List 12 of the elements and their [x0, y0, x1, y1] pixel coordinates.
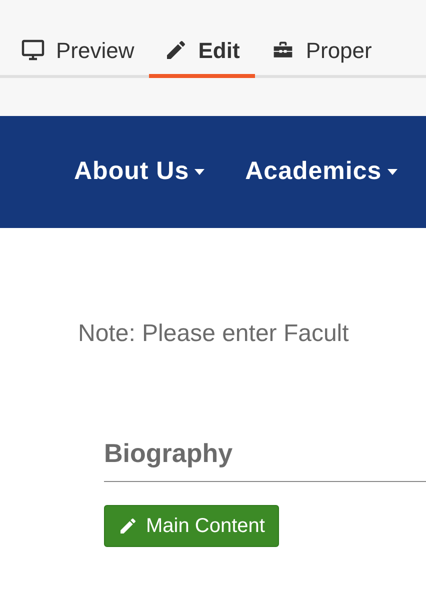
- note-text: Note: Please enter Facult: [78, 319, 350, 349]
- caret-icon: [386, 169, 398, 175]
- tab[interactable]: Preview: [5, 26, 150, 78]
- pencil-icon: [118, 516, 138, 536]
- nav-link[interactable]: Academics: [245, 153, 398, 191]
- main-content-button[interactable]: Main Content: [104, 505, 279, 547]
- tab[interactable]: Edit: [149, 26, 255, 78]
- caret-icon: [194, 169, 206, 175]
- tab[interactable]: Proper: [254, 26, 387, 78]
- section-heading: Biography: [104, 434, 426, 482]
- monitor-icon: [20, 38, 46, 62]
- nav-link[interactable]: About Us: [74, 153, 206, 191]
